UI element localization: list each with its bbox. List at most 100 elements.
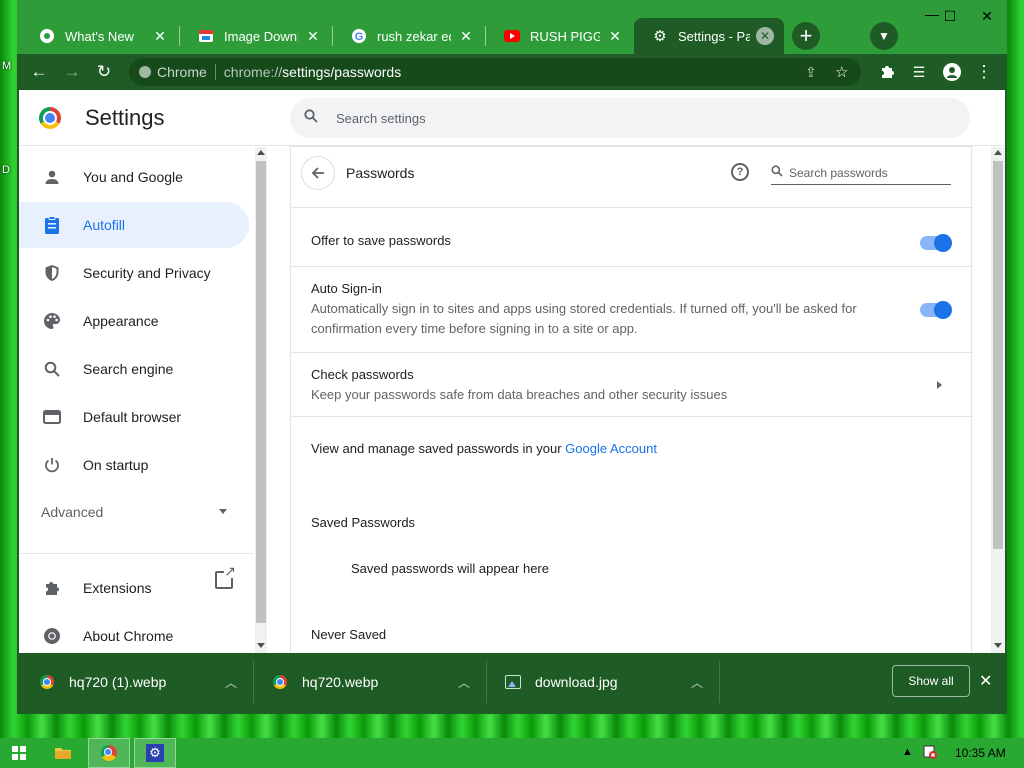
browser-icon <box>41 406 63 428</box>
close-tab-icon[interactable]: ✕ <box>304 27 322 45</box>
back-button[interactable] <box>301 156 335 190</box>
address-bar[interactable]: Chrome chrome:// settings/passwords ⇪ ☆ <box>129 58 861 86</box>
reload-icon[interactable]: ↻ <box>94 62 114 82</box>
taskbar-chrome[interactable] <box>88 738 130 768</box>
image-file-icon <box>505 674 521 690</box>
url-scheme: chrome:// <box>223 64 283 80</box>
google-account-link[interactable]: Google Account <box>565 441 657 456</box>
chevron-up-icon[interactable]: ︿ <box>691 674 703 691</box>
download-item[interactable]: hq720 (1).webp ︿ <box>39 653 249 711</box>
settings-search-box[interactable] <box>290 98 970 138</box>
close-tab-icon[interactable]: ✕ <box>756 27 774 45</box>
sidebar-item-you-and-google[interactable]: You and Google <box>19 154 249 200</box>
auto-signin-description-line1: Automatically sign in to sites and apps … <box>311 301 857 316</box>
arrow-left-icon <box>311 167 324 179</box>
password-search-input[interactable] <box>789 165 949 180</box>
offer-to-save-label: Offer to save passwords <box>311 233 451 248</box>
chevron-up-icon[interactable]: ︿ <box>225 674 237 691</box>
auto-signin-toggle[interactable] <box>920 301 952 319</box>
chrome-outline-icon <box>41 625 63 647</box>
help-icon[interactable]: ? <box>731 163 749 181</box>
forward-arrow-icon[interactable]: → <box>62 62 82 82</box>
gear-icon: ⚙ <box>653 28 667 45</box>
browser-window: What's New ✕ Image Downloader ✕ G rush z… <box>17 0 1007 714</box>
sidebar-item-autofill[interactable]: Autofill <box>19 202 249 248</box>
bookmark-star-icon[interactable]: ☆ <box>835 63 848 81</box>
close-tab-icon[interactable]: ✕ <box>151 27 169 45</box>
download-item[interactable]: hq720.webp ︿ <box>272 653 482 711</box>
youtube-icon <box>504 28 520 44</box>
profile-avatar-icon[interactable] <box>942 62 962 82</box>
main-scrollbar[interactable] <box>991 147 1005 653</box>
check-passwords-label: Check passwords <box>311 367 414 382</box>
scrollbar-thumb[interactable] <box>256 161 266 623</box>
taskbar-clock[interactable]: 10:35 AM <box>955 746 1006 760</box>
offer-to-save-row[interactable]: Offer to save passwords <box>291 207 971 265</box>
puzzle-icon <box>41 577 63 599</box>
menu-dots-icon[interactable]: ⋮ <box>974 62 994 82</box>
close-tab-icon[interactable]: ✕ <box>606 27 624 45</box>
back-arrow-icon[interactable]: ← <box>29 62 49 82</box>
chevron-up-icon[interactable]: ︿ <box>458 674 470 691</box>
scroll-down-arrow[interactable] <box>994 643 1002 648</box>
chrome-site-icon <box>139 66 151 78</box>
sidebar-item-label: About Chrome <box>83 628 174 644</box>
power-icon <box>41 454 63 476</box>
sidebar-item-label: Autofill <box>83 217 126 233</box>
scrollbar-thumb[interactable] <box>993 161 1003 549</box>
tab-image-downloader[interactable]: Image Downloader ✕ <box>180 18 332 54</box>
network-warning-icon[interactable] <box>922 744 938 763</box>
check-passwords-row[interactable]: Check passwords Keep your passwords safe… <box>291 352 971 416</box>
tab-search-button[interactable]: ▼ <box>870 22 898 50</box>
taskbar-file-explorer[interactable] <box>48 738 78 768</box>
sidebar-item-on-startup[interactable]: On startup <box>19 442 249 488</box>
sidebar-item-appearance[interactable]: Appearance <box>19 298 249 344</box>
clipboard-icon <box>41 214 63 236</box>
sidebar-item-security-and-privacy[interactable]: Security and Privacy <box>19 250 249 296</box>
tab-rush-zekar[interactable]: G rush zekar edited ✕ <box>333 18 485 54</box>
tab-settings-passwords[interactable]: ⚙ Settings - Passwords ✕ <box>634 18 784 54</box>
taskbar-settings-app[interactable]: ⚙ <box>134 738 176 768</box>
tab-rush-piggies[interactable]: RUSH PIGGIES - YouTube ✕ <box>486 18 634 54</box>
media-queue-icon[interactable]: ☰ <box>909 62 929 82</box>
sidebar-item-search-engine[interactable]: Search engine <box>19 346 249 392</box>
settings-sidebar: You and Google Autofill Security and Pri… <box>19 147 255 653</box>
extensions-puzzle-icon[interactable] <box>877 62 897 82</box>
sidebar-scrollbar[interactable] <box>255 147 267 653</box>
svg-text:G: G <box>355 31 364 43</box>
chrome-icon <box>272 674 288 690</box>
chevron-right-icon[interactable] <box>937 381 942 389</box>
tray-overflow-icon[interactable]: ▲ <box>902 746 913 758</box>
download-item[interactable]: download.jpg ︿ <box>505 653 715 711</box>
open-in-new-icon <box>215 564 237 589</box>
settings-search-input[interactable] <box>336 110 916 126</box>
show-all-button[interactable]: Show all <box>892 665 970 697</box>
tab-whats-new[interactable]: What's New ✕ <box>21 18 179 54</box>
share-icon[interactable]: ⇪ <box>805 64 817 81</box>
chrome-icon <box>39 674 55 690</box>
close-tab-icon[interactable]: ✕ <box>457 27 475 45</box>
url-path: settings/passwords <box>282 64 402 80</box>
offer-to-save-toggle[interactable] <box>920 234 952 252</box>
new-tab-button[interactable]: + <box>792 22 820 50</box>
start-button[interactable] <box>8 738 30 768</box>
close-icon[interactable]: ✕ <box>979 671 992 691</box>
manage-text: View and manage saved passwords in your <box>311 441 566 456</box>
scroll-down-arrow[interactable] <box>257 643 265 648</box>
auto-signin-row[interactable]: Auto Sign-in Automatically sign in to si… <box>291 266 971 352</box>
saved-passwords-heading: Saved Passwords <box>311 515 416 530</box>
scroll-up-arrow[interactable] <box>257 150 265 155</box>
close-window-button[interactable]: ✕ <box>972 8 1002 25</box>
advanced-section-toggle[interactable]: Advanced <box>41 504 241 520</box>
sidebar-item-about-chrome[interactable]: About Chrome <box>19 613 249 653</box>
password-search-box[interactable] <box>771 161 951 185</box>
scroll-up-arrow[interactable] <box>994 150 1002 155</box>
search-icon <box>771 165 789 180</box>
search-icon <box>304 109 322 127</box>
sidebar-item-default-browser[interactable]: Default browser <box>19 394 249 440</box>
desktop-label-m: M <box>2 60 12 72</box>
sidebar-item-extensions[interactable]: Extensions <box>19 564 249 611</box>
chrome-icon <box>39 28 55 44</box>
chevron-down-icon[interactable] <box>219 509 227 514</box>
maximize-button[interactable]: ☐ <box>935 8 965 25</box>
